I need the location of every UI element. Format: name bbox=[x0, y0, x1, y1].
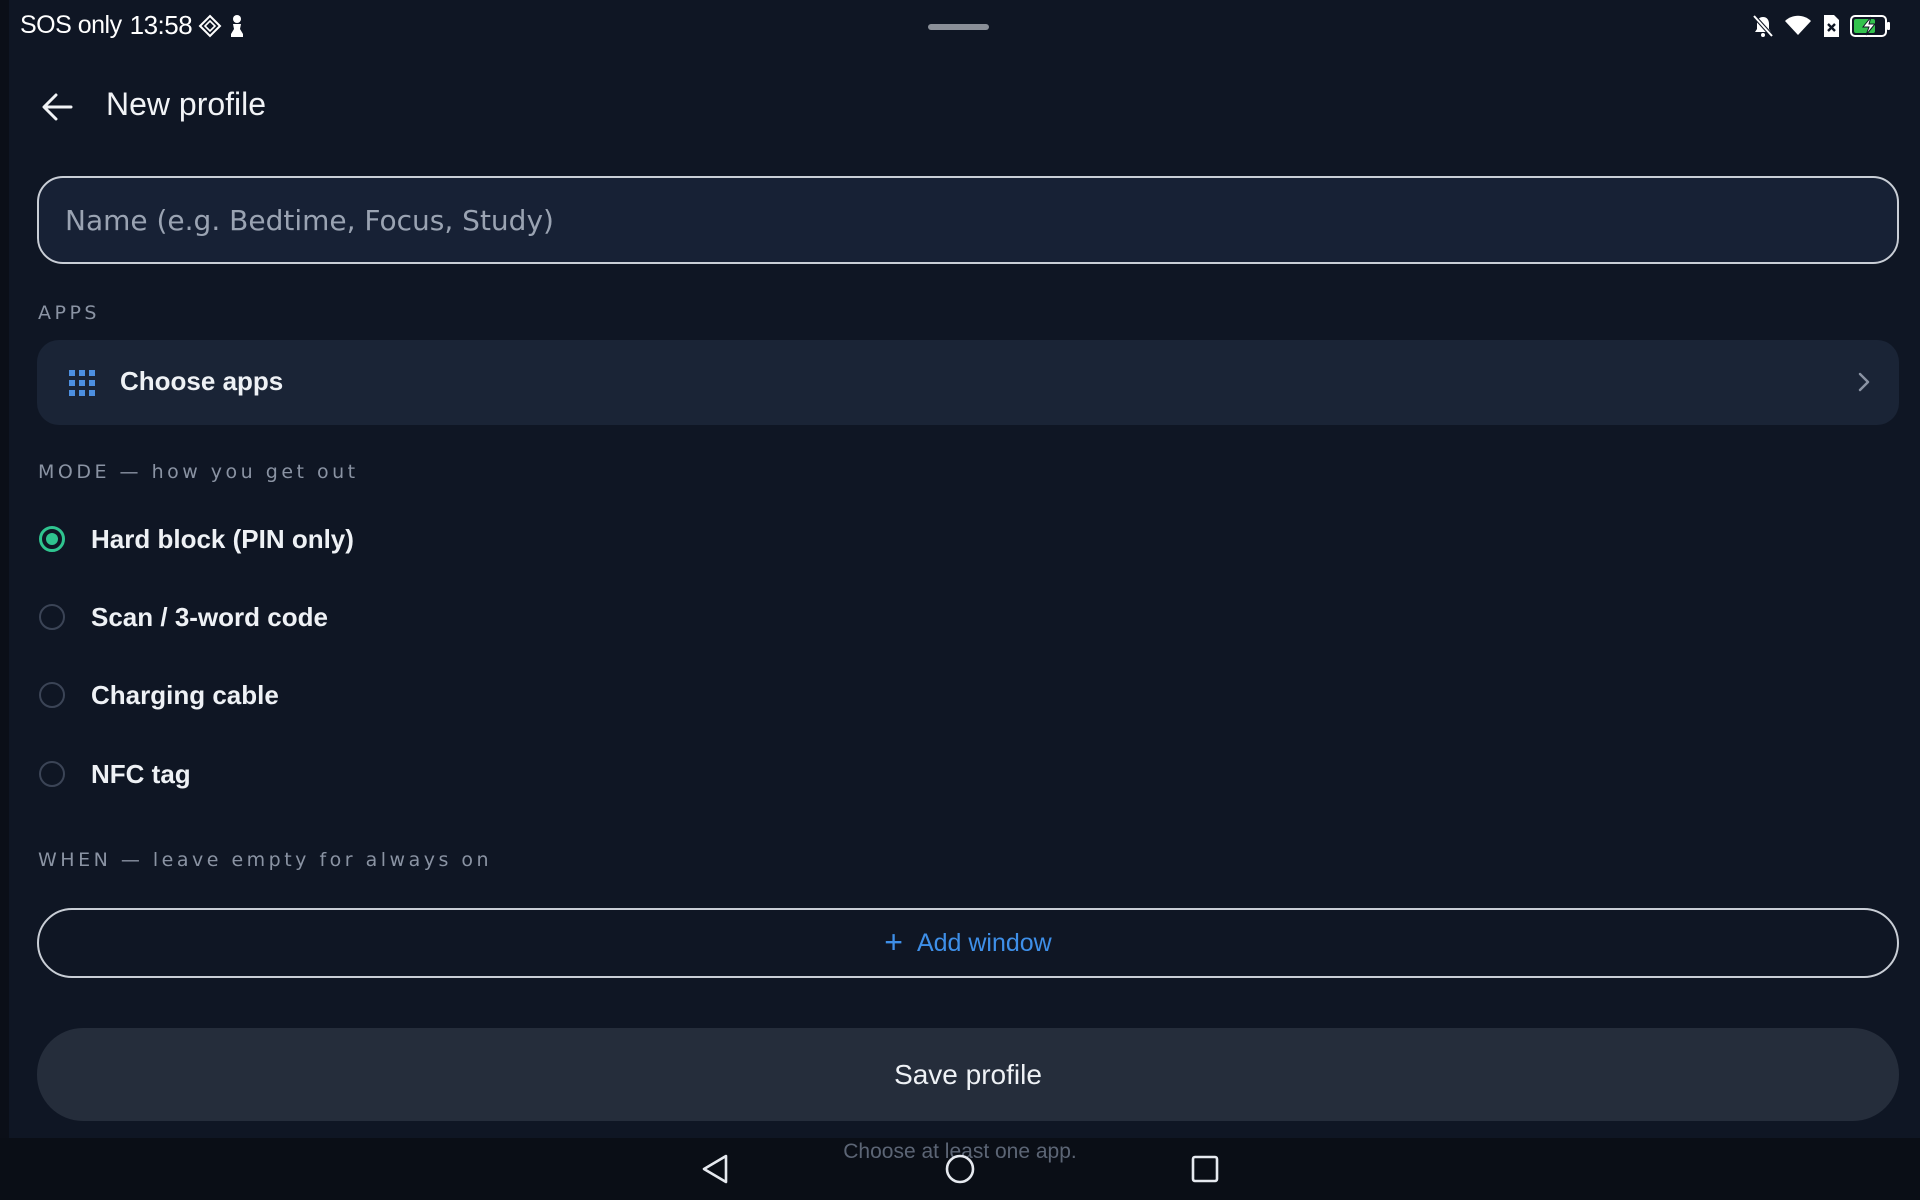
diamond-icon bbox=[198, 14, 222, 38]
mode-option-label: Scan / 3-word code bbox=[91, 601, 328, 632]
nav-recents-button[interactable] bbox=[1190, 1153, 1220, 1190]
arrow-left-icon bbox=[42, 93, 73, 121]
square-recents-icon bbox=[1191, 1155, 1219, 1183]
app-grid-icon bbox=[69, 370, 95, 396]
mode-option-label: NFC tag bbox=[91, 758, 191, 789]
wifi-icon bbox=[1784, 15, 1812, 37]
choose-apps-button[interactable]: Choose apps bbox=[37, 340, 1899, 425]
chess-pawn-icon bbox=[228, 14, 246, 38]
back-button[interactable] bbox=[36, 86, 78, 128]
radio-unselected-icon bbox=[39, 761, 65, 787]
plus-icon: + bbox=[884, 923, 903, 960]
choose-apps-label: Choose apps bbox=[120, 366, 284, 396]
mode-option-label: Charging cable bbox=[91, 679, 279, 710]
add-window-label: Add window bbox=[916, 928, 1052, 957]
mode-section-label: MODE — how you get out bbox=[38, 461, 359, 483]
mode-option-label: Hard block (PIN only) bbox=[91, 523, 354, 554]
status-right bbox=[1752, 14, 1892, 38]
sim-off-icon bbox=[1822, 14, 1840, 38]
bell-muted-icon bbox=[1752, 14, 1774, 38]
radio-selected-icon bbox=[39, 526, 65, 552]
status-bar: SOS only 13:58 bbox=[0, 0, 1920, 56]
mode-option-nfc-tag[interactable]: NFC tag bbox=[37, 744, 737, 804]
radio-unselected-icon bbox=[39, 682, 65, 708]
save-profile-label: Save profile bbox=[894, 1058, 1042, 1090]
mode-option-charging-cable[interactable]: Charging cable bbox=[37, 665, 737, 725]
clock-text: 13:58 bbox=[129, 10, 193, 40]
apps-section-label: APPS bbox=[38, 302, 100, 324]
page-title: New profile bbox=[106, 86, 267, 122]
nav-back-button[interactable] bbox=[700, 1153, 730, 1190]
carrier-text: SOS only bbox=[20, 11, 122, 39]
radio-unselected-icon bbox=[39, 604, 65, 630]
drag-handle[interactable] bbox=[928, 24, 989, 30]
chevron-right-icon bbox=[1858, 372, 1870, 392]
mode-option-scan-code[interactable]: Scan / 3-word code bbox=[37, 587, 737, 647]
profile-name-input[interactable] bbox=[39, 178, 1897, 262]
circle-home-icon bbox=[945, 1154, 975, 1184]
nav-home-button[interactable] bbox=[944, 1153, 976, 1190]
top-app-bar: New profile bbox=[0, 72, 1920, 140]
mode-option-hard-block[interactable]: Hard block (PIN only) bbox=[37, 509, 737, 569]
left-edge bbox=[0, 0, 9, 1138]
name-field-container bbox=[37, 176, 1899, 264]
when-section-label: WHEN — leave empty for always on bbox=[38, 849, 493, 871]
save-profile-button[interactable]: Save profile bbox=[37, 1028, 1899, 1121]
status-left: SOS only 13:58 bbox=[20, 10, 246, 41]
battery-charging-icon bbox=[1850, 14, 1892, 38]
triangle-back-icon bbox=[702, 1154, 728, 1184]
add-window-button[interactable]: + Add window bbox=[37, 908, 1899, 978]
